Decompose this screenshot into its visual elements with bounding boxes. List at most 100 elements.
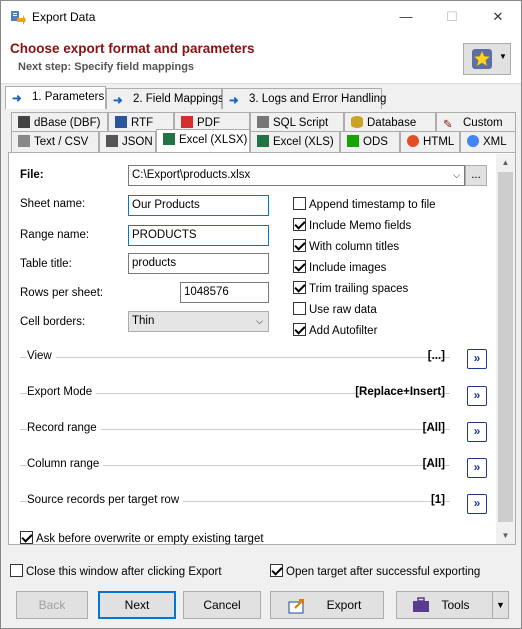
sql-script-icon: [257, 116, 269, 128]
section-source-records-label: Source records per target row: [27, 494, 184, 506]
tab-excel-xlsx[interactable]: Excel (XLSX): [156, 129, 250, 152]
expand-column-range-button[interactable]: »: [467, 458, 487, 478]
checkbox[interactable]: [270, 564, 283, 577]
tab-field-mappings[interactable]: ➜ 2. Field Mappings: [106, 88, 224, 109]
close-after-export-checkbox[interactable]: Close this window after clicking Export: [10, 564, 222, 578]
option-include-images[interactable]: Include images: [293, 260, 386, 274]
option-autofilter[interactable]: Add Autofilter: [293, 323, 377, 337]
cell-borders-select[interactable]: Thin ⌵: [128, 311, 269, 332]
chevron-down-icon[interactable]: ▼: [492, 592, 508, 618]
section-record-range-label: Record range: [27, 422, 101, 434]
vertical-scrollbar[interactable]: ▲ ▼: [496, 154, 515, 544]
checkbox[interactable]: [293, 323, 306, 336]
option-ask-overwrite[interactable]: Ask before overwrite or empty existing t…: [20, 531, 264, 545]
checkbox[interactable]: [10, 564, 23, 577]
checkbox[interactable]: [293, 302, 306, 315]
window-title: Export Data: [32, 10, 96, 24]
checkbox[interactable]: [293, 260, 306, 273]
file-path-combo[interactable]: C:\Export\products.xlsx ⌵: [128, 165, 465, 186]
cancel-button[interactable]: Cancel: [183, 591, 261, 619]
wizard-header: Choose export format and parameters Next…: [1, 32, 521, 84]
tab-text-csv[interactable]: Text / CSV: [11, 131, 99, 152]
favorites-button[interactable]: ▼: [463, 43, 511, 75]
tools-button[interactable]: Tools ▼: [396, 591, 509, 619]
chevron-down-icon: ⌵: [453, 170, 460, 180]
expand-view-button[interactable]: »: [467, 349, 487, 369]
section-divider: [20, 357, 450, 358]
section-source-records-value: [1]: [430, 494, 445, 506]
tab-ods[interactable]: ODS: [340, 131, 400, 152]
excel-options-panel: File: C:\Export\products.xlsx ⌵ ... Shee…: [8, 152, 516, 545]
table-title-label: Table title:: [20, 258, 72, 270]
tab-sql-script[interactable]: SQL Script: [250, 112, 344, 133]
section-record-range-value: [All]: [422, 422, 445, 434]
checkbox[interactable]: [293, 239, 306, 252]
tab-parameters[interactable]: ➜ 1. Parameters: [5, 86, 106, 109]
next-button[interactable]: Next: [98, 591, 176, 619]
excel-icon: [257, 135, 269, 147]
rows-per-sheet-input[interactable]: 1048576: [180, 282, 269, 303]
section-export-mode-label: Export Mode: [27, 386, 97, 398]
toolbox-icon: [413, 597, 429, 612]
close-button[interactable]: ✕: [475, 1, 521, 32]
tab-excel-xls[interactable]: Excel (XLS): [250, 131, 340, 152]
option-include-memo[interactable]: Include Memo fields: [293, 218, 411, 232]
expand-source-records-button[interactable]: »: [467, 494, 487, 514]
option-append-timestamp[interactable]: Append timestamp to file: [293, 197, 436, 211]
checkbox[interactable]: [293, 218, 306, 231]
checkbox[interactable]: [20, 531, 33, 544]
browse-button[interactable]: ...: [465, 165, 487, 186]
page-title: Choose export format and parameters: [10, 41, 255, 56]
export-data-window: Export Data — ☐ ✕ Choose export format a…: [0, 0, 522, 629]
section-column-range-value: [All]: [422, 458, 445, 470]
open-target-checkbox[interactable]: Open target after successful exporting: [270, 564, 480, 578]
database-icon: [351, 116, 363, 128]
page-subtitle: Next step: Specify field mappings: [18, 61, 195, 73]
json-icon: [106, 135, 118, 147]
section-view-label: View: [27, 350, 56, 362]
expand-export-mode-button[interactable]: »: [467, 386, 487, 406]
ods-icon: [347, 135, 359, 147]
pdf-icon: [181, 116, 193, 128]
section-export-mode-value: [Replace+Insert]: [355, 386, 445, 398]
tab-dbase[interactable]: dBase (DBF): [11, 112, 108, 133]
section-column-range-label: Column range: [27, 458, 104, 470]
sheet-name-input[interactable]: Our Products: [128, 195, 269, 216]
back-button[interactable]: Back: [16, 591, 88, 619]
tab-html[interactable]: HTML: [400, 131, 460, 152]
minimize-button[interactable]: —: [383, 1, 429, 32]
sheet-name-label: Sheet name:: [20, 198, 86, 210]
tab-xml[interactable]: XML: [460, 131, 516, 152]
tab-database[interactable]: Database: [344, 112, 436, 133]
range-name-input[interactable]: PRODUCTS: [128, 225, 269, 246]
html-icon: [407, 135, 419, 147]
export-button[interactable]: Export: [270, 591, 384, 619]
tab-logs-error-handling[interactable]: ➜ 3. Logs and Error Handling: [222, 88, 386, 109]
chevron-down-icon: ▼: [499, 52, 507, 61]
option-trim-spaces[interactable]: Trim trailing spaces: [293, 281, 408, 295]
cell-borders-label: Cell borders:: [20, 316, 86, 328]
scrollbar-thumb[interactable]: [498, 172, 513, 522]
table-title-input[interactable]: products: [128, 253, 269, 274]
checkbox[interactable]: [293, 197, 306, 210]
text-csv-icon: [18, 135, 30, 147]
tab-custom[interactable]: ✎ Custom: [436, 112, 516, 133]
rtf-icon: [115, 116, 127, 128]
rows-per-sheet-label: Rows per sheet:: [20, 287, 104, 299]
scroll-up-icon[interactable]: ▲: [496, 154, 515, 171]
title-bar: Export Data — ☐ ✕: [1, 1, 521, 32]
checkbox[interactable]: [293, 281, 306, 294]
star-icon: [472, 49, 492, 69]
export-icon: [288, 599, 304, 614]
expand-record-range-button[interactable]: »: [467, 422, 487, 442]
tab-json[interactable]: JSON: [99, 131, 156, 152]
option-raw-data[interactable]: Use raw data: [293, 302, 377, 316]
section-view-value: [...]: [427, 350, 445, 362]
dbase-icon: [18, 116, 30, 128]
pencil-icon: ✎: [443, 119, 453, 131]
excel-icon: [163, 133, 175, 145]
file-label: File:: [20, 169, 44, 181]
maximize-button[interactable]: ☐: [429, 1, 475, 32]
scroll-down-icon[interactable]: ▼: [496, 527, 515, 544]
option-column-titles[interactable]: With column titles: [293, 239, 399, 253]
